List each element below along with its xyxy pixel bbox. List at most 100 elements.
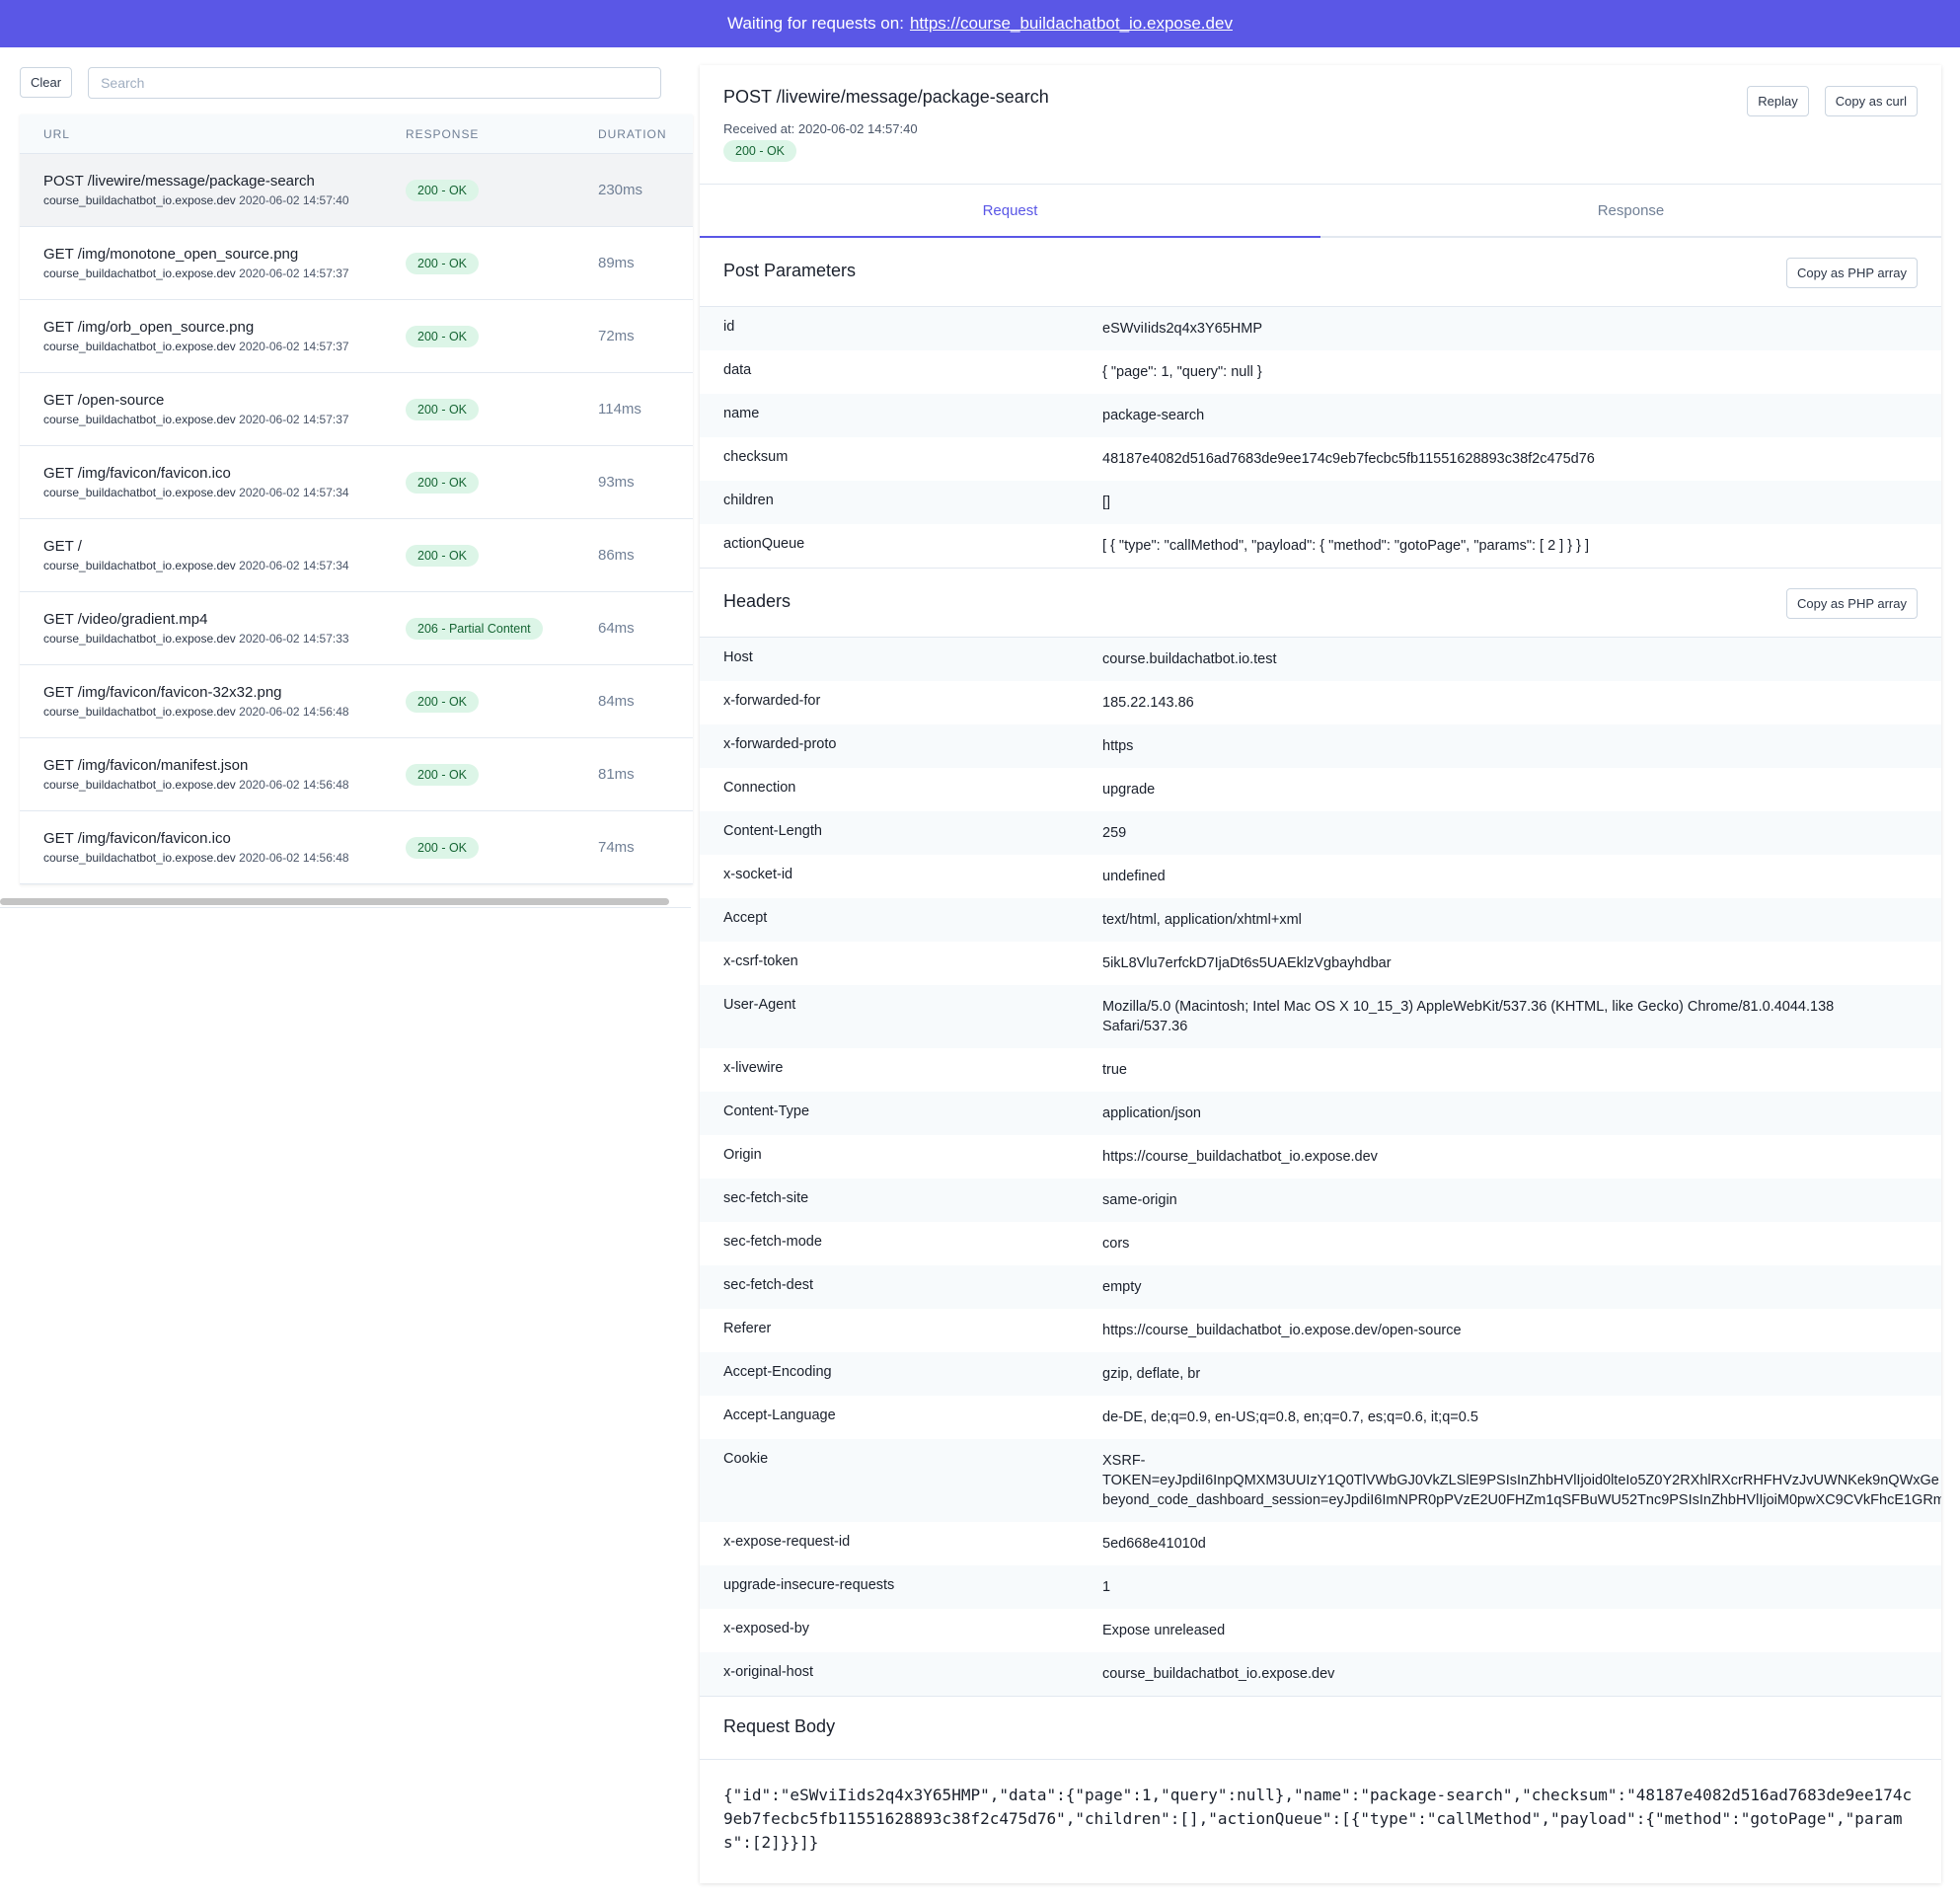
- copy-params-php-button[interactable]: Copy as PHP array: [1785, 258, 1918, 288]
- kv-value: cors: [1102, 1236, 1130, 1252]
- header-row: x-forwarded-proto https: [700, 724, 1941, 768]
- post-parameter-row: id eSWviIids2q4x3Y65HMP: [700, 307, 1941, 350]
- kv-key: Origin: [723, 1147, 762, 1163]
- request-host: course_buildachatbot_io.expose.dev: [43, 705, 236, 719]
- header-row: x-forwarded-for 185.22.143.86: [700, 681, 1941, 724]
- request-host: course_buildachatbot_io.expose.dev: [43, 778, 236, 792]
- request-row[interactable]: GET /img/favicon/favicon.ico course_build…: [20, 446, 693, 519]
- post-parameter-row: actionQueue [ { "type": "callMethod", "pa…: [700, 524, 1941, 568]
- request-row[interactable]: GET /img/monotone_open_source.png course_…: [20, 227, 693, 300]
- request-duration: 230ms: [598, 182, 643, 198]
- headers-title: Headers: [723, 591, 792, 611]
- kv-key: upgrade-insecure-requests: [723, 1577, 895, 1593]
- header-row: User-Agent Mozilla/5.0 (Macintosh; Intel …: [700, 985, 1941, 1048]
- request-method-path: POST /livewire/message/package-search: [43, 173, 315, 190]
- kv-key: x-csrf-token: [723, 953, 798, 969]
- kv-key: x-socket-id: [723, 867, 793, 882]
- kv-value: 5ed668e41010d: [1102, 1536, 1206, 1552]
- kv-key: id: [723, 319, 735, 335]
- header-row: Host course.buildachatbot.io.test: [700, 638, 1941, 681]
- request-row[interactable]: GET / course_buildachatbot_io.expose.dev …: [20, 519, 693, 592]
- kv-value: []: [1102, 495, 1111, 510]
- kv-key: sec-fetch-site: [723, 1190, 809, 1206]
- post-parameter-row: name package-search: [700, 394, 1941, 437]
- kv-value: application/json: [1102, 1105, 1201, 1121]
- tab-request[interactable]: Request: [700, 185, 1320, 238]
- kv-key: x-livewire: [723, 1060, 784, 1076]
- request-duration: 84ms: [598, 693, 635, 710]
- request-host: course_buildachatbot_io.expose.dev: [43, 193, 236, 207]
- replay-button[interactable]: Replay: [1747, 86, 1809, 116]
- request-row[interactable]: GET /img/orb_open_source.png course_build…: [20, 300, 693, 373]
- header-row: x-expose-request-id 5ed668e41010d: [700, 1522, 1941, 1565]
- scrollbar-thumb[interactable]: [0, 898, 669, 905]
- request-response-cell: 200 - OK: [406, 325, 598, 347]
- kv-key: Host: [723, 649, 753, 665]
- kv-value: Expose unreleased: [1102, 1623, 1226, 1638]
- horizontal-scrollbar[interactable]: [0, 896, 691, 908]
- kv-key: Accept-Language: [723, 1407, 836, 1423]
- copy-headers-php-button[interactable]: Copy as PHP array: [1785, 588, 1918, 619]
- copy-as-curl-button[interactable]: Copy as curl: [1824, 86, 1918, 116]
- request-time: 2020-06-02 14:57:34: [239, 486, 349, 499]
- request-duration: 81ms: [598, 766, 635, 783]
- kv-value: package-search: [1102, 408, 1205, 423]
- header-row: x-original-host course_buildachatbot_io.e…: [700, 1652, 1941, 1696]
- request-detail-panel: POST /livewire/message/package-search Re…: [700, 65, 1941, 1883]
- request-url-cell: GET /img/monotone_open_source.png course_…: [20, 246, 406, 280]
- kv-key: sec-fetch-dest: [723, 1277, 814, 1293]
- kv-key: name: [723, 406, 760, 421]
- kv-value: https://course_buildachatbot_io.expose.d…: [1102, 1323, 1462, 1338]
- tab-response[interactable]: Response: [1320, 185, 1941, 236]
- request-row[interactable]: GET /img/favicon/manifest.json course_bui…: [20, 738, 693, 811]
- search-input[interactable]: [88, 67, 661, 99]
- request-time: 2020-06-02 14:56:48: [239, 851, 349, 865]
- kv-value: https://course_buildachatbot_io.expose.d…: [1102, 1149, 1378, 1165]
- kv-value: [ { "type": "callMethod", "payload": { "…: [1102, 538, 1590, 554]
- request-method-path: GET /video/gradient.mp4: [43, 611, 208, 628]
- header-row: Connection upgrade: [700, 768, 1941, 811]
- request-method-path: GET /img/orb_open_source.png: [43, 319, 255, 336]
- kv-value: 259: [1102, 825, 1127, 841]
- post-parameter-row: checksum 48187e4082d516ad7683de9ee174c9eb…: [700, 437, 1941, 481]
- status-badge: 200 - OK: [406, 325, 480, 347]
- post-parameter-row: children []: [700, 481, 1941, 524]
- kv-key: Accept-Encoding: [723, 1364, 832, 1380]
- kv-key: checksum: [723, 449, 789, 465]
- request-row[interactable]: GET /open-source course_buildachatbot_io.…: [20, 373, 693, 446]
- request-meta: course_buildachatbot_io.expose.dev 2020-…: [43, 559, 406, 572]
- detail-header: POST /livewire/message/package-search Re…: [700, 65, 1941, 185]
- tunnel-url-link[interactable]: https://course_buildachatbot_io.expose.d…: [910, 14, 1233, 34]
- clear-button[interactable]: Clear: [20, 67, 73, 98]
- request-row[interactable]: GET /video/gradient.mp4 course_buildachat…: [20, 592, 693, 665]
- request-url-cell: GET /video/gradient.mp4 course_buildachat…: [20, 611, 406, 646]
- request-row[interactable]: GET /img/favicon/favicon-32x32.png course…: [20, 665, 693, 738]
- request-row[interactable]: GET /img/favicon/favicon.ico course_build…: [20, 811, 693, 884]
- request-time: 2020-06-02 14:57:33: [239, 632, 349, 646]
- request-response-cell: 200 - OK: [406, 836, 598, 859]
- request-method-path: GET /open-source: [43, 392, 165, 409]
- request-duration: 93ms: [598, 474, 635, 491]
- kv-value: 185.22.143.86: [1102, 695, 1194, 711]
- request-list-panel: Clear URL RESPONSE DURATION POST /livewi…: [0, 47, 693, 916]
- request-time: 2020-06-02 14:57:37: [239, 266, 349, 280]
- status-badge: 200 - OK: [406, 398, 480, 420]
- request-meta: course_buildachatbot_io.expose.dev 2020-…: [43, 851, 406, 865]
- request-table: URL RESPONSE DURATION POST /livewire/mes…: [20, 114, 693, 884]
- request-host: course_buildachatbot_io.expose.dev: [43, 413, 236, 426]
- request-response-cell: 200 - OK: [406, 179, 598, 201]
- request-row[interactable]: POST /livewire/message/package-search cou…: [20, 154, 693, 227]
- header-row: x-livewire true: [700, 1048, 1941, 1092]
- request-time: 2020-06-02 14:57:37: [239, 340, 349, 353]
- kv-value: XSRF- TOKEN=eyJpdiI6InpQMXM3UUIzY1Q0TlVWb…: [1102, 1451, 1941, 1510]
- request-body-header: Request Body: [700, 1697, 1941, 1760]
- request-host: course_buildachatbot_io.expose.dev: [43, 266, 236, 280]
- request-response-cell: 200 - OK: [406, 690, 598, 713]
- kv-value: de-DE, de;q=0.9, en-US;q=0.8, en;q=0.7, …: [1102, 1409, 1478, 1425]
- column-header-duration: DURATION: [598, 126, 667, 141]
- status-badge: 200 - OK: [406, 836, 480, 859]
- request-meta: course_buildachatbot_io.expose.dev 2020-…: [43, 413, 406, 426]
- status-badge-wrap: 200 - OK: [723, 140, 797, 162]
- kv-key: Content-Type: [723, 1103, 810, 1119]
- request-response-cell: 200 - OK: [406, 763, 598, 786]
